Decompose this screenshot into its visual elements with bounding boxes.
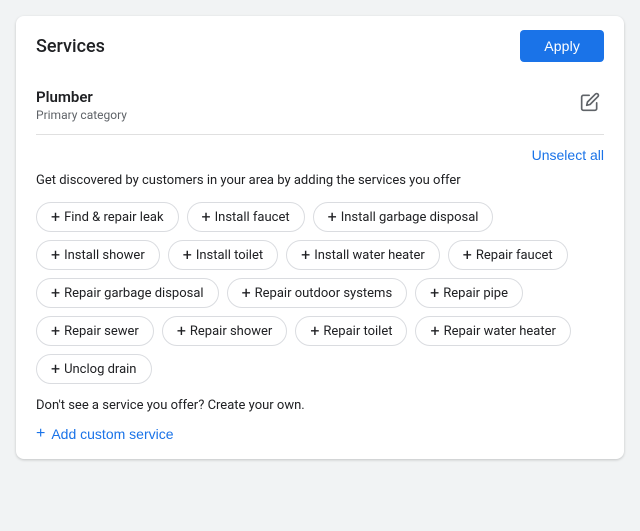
chip-label: Repair sewer <box>64 324 139 339</box>
category-section: Plumber Primary category <box>16 76 624 122</box>
chip-label: Repair pipe <box>443 286 508 301</box>
card-title: Services <box>36 36 105 57</box>
chip-plus-icon: + <box>202 209 211 225</box>
add-custom-label: Add custom service <box>51 426 173 442</box>
chip-label: Repair shower <box>190 324 272 339</box>
apply-button[interactable]: Apply <box>520 30 604 62</box>
service-chip[interactable]: + Repair faucet <box>448 240 568 270</box>
category-sub: Primary category <box>36 108 127 122</box>
service-chip[interactable]: + Repair garbage disposal <box>36 278 219 308</box>
chip-label: Repair outdoor systems <box>255 286 393 301</box>
chip-plus-icon: + <box>51 285 60 301</box>
service-chip[interactable]: + Repair water heater <box>415 316 570 346</box>
chip-plus-icon: + <box>51 361 60 377</box>
chip-plus-icon: + <box>301 247 310 263</box>
chip-plus-icon: + <box>430 323 439 339</box>
chip-plus-icon: + <box>310 323 319 339</box>
chip-plus-icon: + <box>328 209 337 225</box>
custom-text: Don't see a service you offer? Create yo… <box>36 398 604 413</box>
card-header: Services Apply <box>16 16 624 76</box>
service-chip[interactable]: + Install shower <box>36 240 160 270</box>
chip-label: Find & repair leak <box>64 210 163 225</box>
service-chip[interactable]: + Unclog drain <box>36 354 152 384</box>
chip-label: Unclog drain <box>64 362 136 377</box>
chip-label: Install garbage disposal <box>341 210 479 225</box>
services-description: Get discovered by customers in your area… <box>36 173 604 188</box>
service-chip[interactable]: + Install water heater <box>286 240 440 270</box>
chip-plus-icon: + <box>183 247 192 263</box>
chip-plus-icon: + <box>51 209 60 225</box>
service-chip[interactable]: + Repair sewer <box>36 316 154 346</box>
service-chip[interactable]: + Install faucet <box>187 202 305 232</box>
chip-label: Repair water heater <box>444 324 556 339</box>
service-chip[interactable]: + Repair shower <box>162 316 288 346</box>
chip-label: Repair toilet <box>323 324 392 339</box>
chip-label: Repair faucet <box>476 248 553 263</box>
services-card: Services Apply Plumber Primary category … <box>16 16 624 459</box>
chip-label: Install toilet <box>196 248 263 263</box>
chip-plus-icon: + <box>242 285 251 301</box>
chip-label: Install water heater <box>314 248 425 263</box>
unselect-row: Unselect all <box>36 147 604 163</box>
category-name: Plumber <box>36 88 127 106</box>
service-chip[interactable]: + Repair toilet <box>295 316 407 346</box>
chip-label: Install shower <box>64 248 145 263</box>
service-chip[interactable]: + Repair outdoor systems <box>227 278 408 308</box>
chip-plus-icon: + <box>177 323 186 339</box>
chip-plus-icon: + <box>463 247 472 263</box>
services-section: Unselect all Get discovered by customers… <box>16 135 624 459</box>
chip-label: Repair garbage disposal <box>64 286 204 301</box>
chips-container: + Find & repair leak + Install faucet + Insta… <box>36 202 604 384</box>
edit-icon[interactable] <box>576 88 604 121</box>
chip-plus-icon: + <box>51 323 60 339</box>
category-info: Plumber Primary category <box>36 88 127 122</box>
chip-plus-icon: + <box>51 247 60 263</box>
unselect-all-button[interactable]: Unselect all <box>532 147 604 163</box>
custom-section: Don't see a service you offer? Create yo… <box>36 398 604 443</box>
chip-label: Install faucet <box>215 210 290 225</box>
chip-plus-icon: + <box>430 285 439 301</box>
service-chip[interactable]: + Install toilet <box>168 240 278 270</box>
service-chip[interactable]: + Install garbage disposal <box>313 202 494 232</box>
plus-icon: + <box>36 425 45 443</box>
service-chip[interactable]: + Repair pipe <box>415 278 523 308</box>
add-custom-service-button[interactable]: + Add custom service <box>36 425 174 443</box>
service-chip[interactable]: + Find & repair leak <box>36 202 179 232</box>
